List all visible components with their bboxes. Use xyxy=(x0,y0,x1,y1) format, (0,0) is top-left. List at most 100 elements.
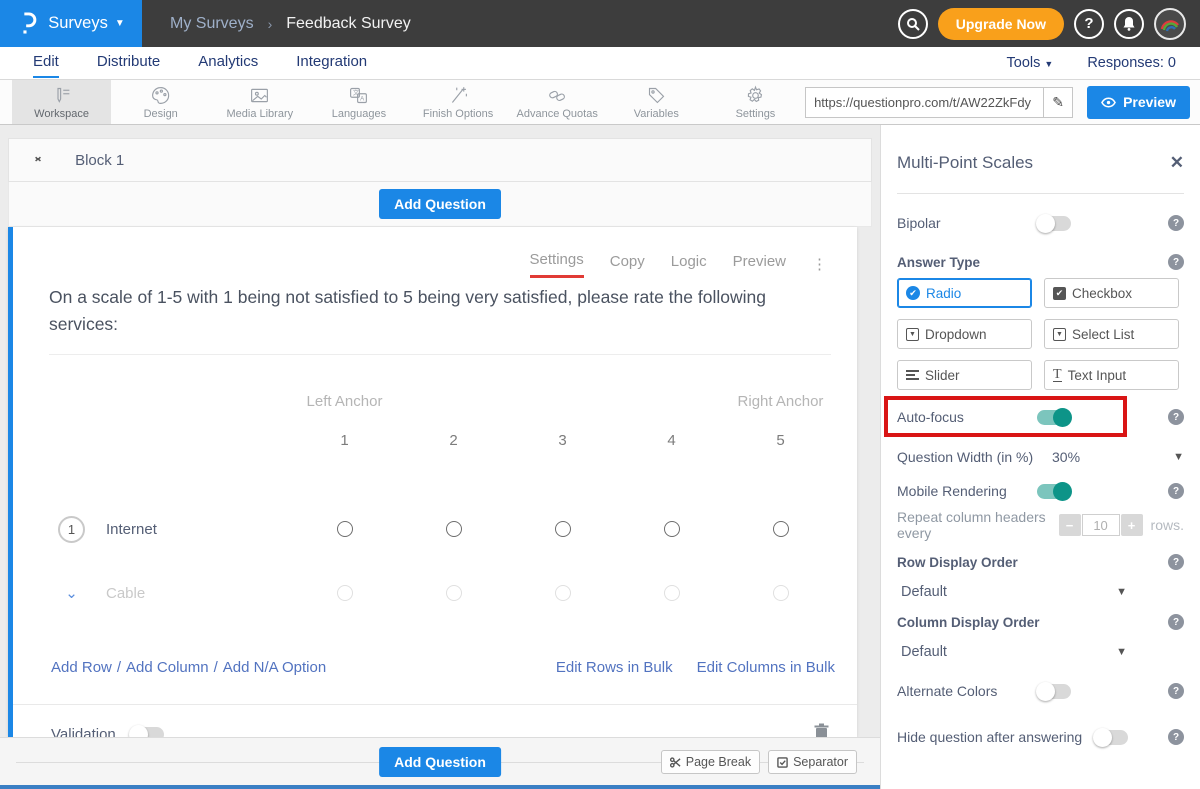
hide-question-row: Hide question after answering ? xyxy=(897,720,1184,754)
column-header[interactable]: 1 xyxy=(290,432,399,449)
answer-type-checkbox[interactable]: ✔Checkbox xyxy=(1044,278,1179,308)
chevron-down-icon[interactable]: ⌄ xyxy=(58,584,85,602)
kebab-menu-icon[interactable]: ⋮ xyxy=(812,259,827,271)
plus-icon[interactable]: + xyxy=(1121,514,1143,536)
answer-type-slider[interactable]: Slider xyxy=(897,360,1032,390)
toolbar-item-languages[interactable]: 文A Languages xyxy=(309,80,408,124)
question-help-icon[interactable]: ? xyxy=(1168,614,1184,630)
alternate-colors-toggle[interactable] xyxy=(1037,684,1071,699)
caret-down-icon[interactable]: ▼ xyxy=(1173,451,1184,463)
breadcrumb-my-surveys[interactable]: My Surveys xyxy=(170,15,254,33)
avatar[interactable] xyxy=(1154,8,1186,40)
question-help-icon[interactable]: ? xyxy=(1168,683,1184,699)
add-question-button-bottom[interactable]: Add Question xyxy=(379,747,501,777)
row-number-badge[interactable]: 1 xyxy=(58,516,85,543)
edit-url-button[interactable]: ✎ xyxy=(1043,87,1073,118)
minus-icon[interactable]: − xyxy=(1059,514,1081,536)
matrix-radio[interactable] xyxy=(337,585,353,601)
add-row-link[interactable]: Add Row xyxy=(51,659,112,676)
toolbar-item-design[interactable]: Design xyxy=(111,80,210,124)
hide-question-toggle[interactable] xyxy=(1094,730,1128,745)
question-tab-preview[interactable]: Preview xyxy=(733,253,786,277)
breadcrumb-current: Feedback Survey xyxy=(286,15,411,33)
question-help-icon[interactable]: ? xyxy=(1168,554,1184,570)
hide-question-label: Hide question after answering xyxy=(897,729,1082,745)
matrix-radio[interactable] xyxy=(446,521,462,537)
page-break-button[interactable]: Page Break xyxy=(661,750,760,774)
matrix-radio[interactable] xyxy=(337,521,353,537)
question-tab-logic[interactable]: Logic xyxy=(671,253,707,277)
question-text[interactable]: On a scale of 1-5 with 1 being not satis… xyxy=(49,284,831,355)
row-display-order-select[interactable]: Default ▼ xyxy=(897,584,1127,600)
product-switcher[interactable]: Surveys ▼ xyxy=(0,0,142,47)
matrix-links-row: Add Row / Add Column / Add N/A Option Ed… xyxy=(51,659,835,676)
help-icon: ? xyxy=(1084,15,1093,32)
repeat-headers-input[interactable] xyxy=(1082,514,1120,536)
question-tab-copy[interactable]: Copy xyxy=(610,253,645,277)
question-help-icon[interactable]: ? xyxy=(1168,215,1184,231)
matrix-radio[interactable] xyxy=(555,585,571,601)
tab-analytics[interactable]: Analytics xyxy=(179,47,277,79)
tab-edit[interactable]: Edit xyxy=(14,47,78,79)
row-label[interactable]: Internet xyxy=(106,521,157,538)
question-width-value[interactable]: 30% xyxy=(1052,449,1080,465)
matrix-radio[interactable] xyxy=(664,585,680,601)
right-anchor-label[interactable]: Right Anchor xyxy=(726,393,835,410)
question-help-icon[interactable]: ? xyxy=(1168,409,1184,425)
column-display-order-label: Column Display Order xyxy=(897,615,1040,630)
toolbar-item-variables[interactable]: Variables xyxy=(607,80,706,124)
tab-integration[interactable]: Integration xyxy=(277,47,386,79)
edit-columns-in-bulk-link[interactable]: Edit Columns in Bulk xyxy=(697,659,835,676)
toolbar-item-settings[interactable]: Settings xyxy=(706,80,805,124)
caret-down-icon: ▼ xyxy=(115,18,125,29)
collapse-icon[interactable]: ⌄⌃ xyxy=(33,153,43,167)
matrix-radio[interactable] xyxy=(446,585,462,601)
add-question-strip-top: Add Question xyxy=(8,182,872,227)
answer-type-select-list[interactable]: ▼Select List xyxy=(1044,319,1179,349)
answer-type-dropdown[interactable]: ▼Dropdown xyxy=(897,319,1032,349)
close-icon[interactable]: ✕ xyxy=(1170,153,1184,173)
matrix-radio[interactable] xyxy=(773,585,789,601)
toolbar-right: ✎ Preview xyxy=(805,80,1200,124)
tools-dropdown[interactable]: Tools ▼ xyxy=(1007,55,1054,71)
preview-button[interactable]: Preview xyxy=(1087,86,1190,119)
question-help-icon[interactable]: ? xyxy=(1168,483,1184,499)
answer-type-radio[interactable]: ✔Radio xyxy=(897,278,1032,308)
left-anchor-label[interactable]: Left Anchor xyxy=(290,393,399,410)
answer-type-text-input[interactable]: TText Input xyxy=(1044,360,1179,390)
column-header[interactable]: 4 xyxy=(617,432,726,449)
upgrade-now-button[interactable]: Upgrade Now xyxy=(938,8,1064,40)
column-header[interactable]: 2 xyxy=(399,432,508,449)
toolbar-item-workspace[interactable]: Workspace xyxy=(12,80,111,124)
matrix-radio[interactable] xyxy=(773,521,789,537)
column-header[interactable]: 3 xyxy=(508,432,617,449)
divider xyxy=(897,193,1184,194)
search-button[interactable] xyxy=(898,9,928,39)
toolbar-item-advance-quotas[interactable]: Advance Quotas xyxy=(508,80,607,124)
toolbar-item-finish-options[interactable]: Finish Options xyxy=(409,80,508,124)
notifications-button[interactable] xyxy=(1114,9,1144,39)
add-column-link[interactable]: Add Column xyxy=(126,659,209,676)
responses-count[interactable]: Responses: 0 xyxy=(1087,55,1176,71)
product-label: Surveys xyxy=(48,14,108,33)
panel-title: Multi-Point Scales xyxy=(897,153,1033,173)
question-tab-settings[interactable]: Settings xyxy=(530,251,584,278)
bipolar-toggle[interactable] xyxy=(1037,216,1071,231)
matrix-radio[interactable] xyxy=(664,521,680,537)
question-help-icon[interactable]: ? xyxy=(1168,254,1184,270)
row-label[interactable]: Cable xyxy=(106,585,145,602)
add-question-button-top[interactable]: Add Question xyxy=(379,189,501,219)
auto-focus-toggle[interactable] xyxy=(1037,410,1071,425)
column-header[interactable]: 5 xyxy=(726,432,835,449)
column-display-order-select[interactable]: Default ▼ xyxy=(897,644,1127,660)
question-help-icon[interactable]: ? xyxy=(1168,729,1184,745)
survey-url-input[interactable] xyxy=(805,87,1043,118)
tab-distribute[interactable]: Distribute xyxy=(78,47,179,79)
separator-button[interactable]: Separator xyxy=(768,750,857,774)
help-button[interactable]: ? xyxy=(1074,9,1104,39)
mobile-rendering-toggle[interactable] xyxy=(1037,484,1071,499)
add-na-option-link[interactable]: Add N/A Option xyxy=(223,659,326,676)
matrix-radio[interactable] xyxy=(555,521,571,537)
edit-rows-in-bulk-link[interactable]: Edit Rows in Bulk xyxy=(556,659,673,676)
toolbar-item-media-library[interactable]: Media Library xyxy=(210,80,309,124)
